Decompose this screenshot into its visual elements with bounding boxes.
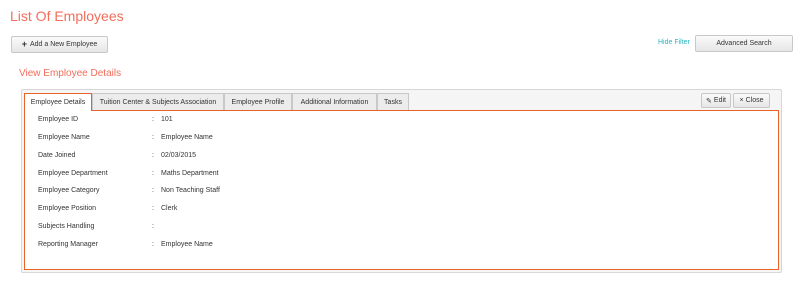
employee-details-panel: Employee Details Tuition Center & Subjec…: [21, 89, 782, 273]
detail-separator: :: [152, 116, 154, 123]
page-title: List Of Employees: [10, 8, 124, 24]
detail-value: 02/03/2015: [161, 152, 197, 159]
detail-separator: :: [152, 134, 154, 141]
detail-value: Clerk: [161, 205, 178, 212]
detail-label: Employee ID: [38, 116, 79, 123]
add-employee-label: Add a New Employee: [29, 41, 98, 48]
advanced-search-button[interactable]: Advanced Search: [695, 35, 793, 52]
hide-filter-link[interactable]: Hide Filter: [658, 39, 690, 46]
detail-value: Employee Name: [161, 134, 213, 141]
detail-row: Employee Category : Non Teaching Staff: [38, 187, 438, 197]
detail-separator: :: [152, 223, 154, 230]
detail-row: Employee Name : Employee Name: [38, 134, 438, 144]
detail-row: Date Joined : 02/03/2015: [38, 152, 438, 162]
detail-value: 101: [161, 116, 173, 123]
detail-label: Employee Name: [38, 134, 90, 141]
tab-employee-profile[interactable]: Employee Profile: [224, 93, 292, 110]
close-button[interactable]: × Close: [733, 93, 770, 108]
close-label: Close: [745, 97, 764, 104]
edit-button[interactable]: ✎ Edit: [701, 93, 731, 108]
detail-label: Employee Position: [38, 205, 96, 212]
edit-label: Edit: [713, 97, 726, 104]
detail-row: Subjects Handling :: [38, 223, 438, 233]
close-icon: ×: [739, 97, 744, 104]
detail-separator: :: [152, 241, 154, 248]
detail-value: Maths Department: [161, 170, 219, 177]
pencil-icon: ✎: [706, 97, 712, 105]
add-employee-button[interactable]: + Add a New Employee: [11, 36, 108, 53]
detail-label: Employee Category: [38, 187, 100, 194]
detail-separator: :: [152, 205, 154, 212]
detail-row: Reporting Manager : Employee Name: [38, 241, 438, 251]
detail-value: Employee Name: [161, 241, 213, 248]
plus-icon: +: [21, 39, 27, 49]
advanced-search-label: Advanced Search: [716, 40, 772, 47]
detail-separator: :: [152, 152, 154, 159]
detail-row: Employee ID : 101: [38, 116, 438, 126]
detail-label: Reporting Manager: [38, 241, 98, 248]
tab-tuition-center[interactable]: Tuition Center & Subjects Association: [92, 93, 224, 110]
detail-row: Employee Position : Clerk: [38, 205, 438, 215]
section-title: View Employee Details: [19, 68, 122, 79]
detail-label: Date Joined: [38, 152, 76, 159]
detail-separator: :: [152, 187, 154, 194]
detail-label: Employee Department: [38, 170, 108, 177]
detail-row: Employee Department : Maths Department: [38, 170, 438, 180]
detail-label: Subjects Handling: [38, 223, 95, 230]
details-content: Employee ID : 101 Employee Name : Employ…: [24, 110, 779, 270]
detail-value: Non Teaching Staff: [161, 187, 220, 194]
tab-tasks[interactable]: Tasks: [377, 93, 409, 110]
detail-separator: :: [152, 170, 154, 177]
tab-additional-information[interactable]: Additional Information: [292, 93, 377, 110]
tab-employee-details[interactable]: Employee Details: [24, 93, 92, 111]
tab-bar: Employee Details Tuition Center & Subjec…: [24, 93, 409, 111]
